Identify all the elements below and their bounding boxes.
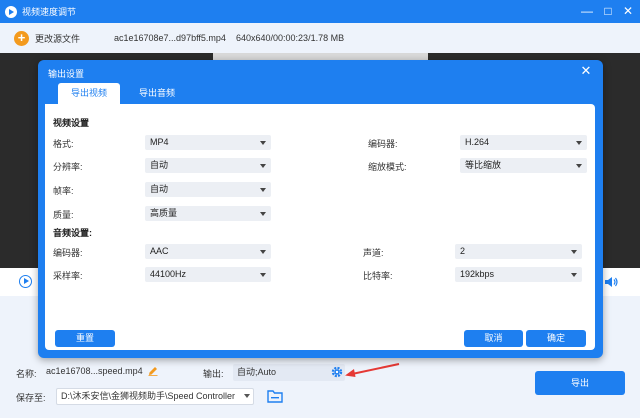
dialog-close-icon[interactable]: ✕ <box>579 64 593 78</box>
chevron-down-icon <box>571 272 577 277</box>
annotation-arrow-icon <box>345 363 400 377</box>
change-source-button[interactable]: 更改源文件 <box>35 32 80 45</box>
resolution-label: 分辨率: <box>53 162 83 172</box>
chevron-down-icon <box>260 211 266 216</box>
chevron-down-icon <box>576 140 582 145</box>
framerate-value: 自动 <box>150 184 169 194</box>
zoom-mode-select[interactable]: 等比缩放 <box>460 158 587 173</box>
chevron-down-icon <box>260 163 266 168</box>
ok-button[interactable]: 确定 <box>526 330 586 347</box>
video-encoder-value: H.264 <box>465 137 490 147</box>
quality-label: 质量: <box>53 210 74 220</box>
folder-icon[interactable] <box>267 389 283 403</box>
output-name-field: ac1e16708...speed.mp4 <box>46 366 143 376</box>
channel-select[interactable]: 2 <box>455 244 582 259</box>
bitrate-select[interactable]: 192kbps <box>455 267 582 282</box>
maximize-icon[interactable]: □ <box>601 4 615 18</box>
samplerate-value: 44100Hz <box>150 269 187 279</box>
edit-icon[interactable] <box>148 366 158 376</box>
dialog-tabs: 导出视频 导出音频 <box>58 83 188 104</box>
play-icon[interactable] <box>19 275 32 288</box>
save-to-label: 保存至: <box>16 393 46 403</box>
tab-export-video[interactable]: 导出视频 <box>58 83 121 104</box>
close-icon[interactable]: ✕ <box>621 4 635 18</box>
output-format-field[interactable]: 自动;Auto <box>233 364 345 381</box>
minimize-icon[interactable]: — <box>580 4 594 18</box>
export-button[interactable]: 导出 <box>535 371 625 395</box>
bitrate-value: 192kbps <box>460 269 495 279</box>
zoom-mode-value: 等比缩放 <box>465 160 502 170</box>
output-format-value: 自动;Auto <box>237 367 277 377</box>
volume-icon[interactable] <box>604 276 618 288</box>
name-label: 名称: <box>16 369 37 379</box>
title-bar: 视频速度调节 — □ ✕ <box>0 0 640 23</box>
chevron-down-icon <box>260 272 266 277</box>
output-label: 输出: <box>203 369 224 379</box>
tab-export-audio[interactable]: 导出音频 <box>126 83 188 104</box>
video-settings-heading: 视频设置 <box>53 118 90 128</box>
samplerate-select[interactable]: 44100Hz <box>145 267 271 282</box>
resolution-select[interactable]: 自动 <box>145 158 271 173</box>
audio-encoder-label: 编码器: <box>53 248 83 258</box>
chevron-down-icon <box>260 187 266 192</box>
video-encoder-label: 编码器: <box>368 139 398 149</box>
app-logo-icon <box>5 5 17 18</box>
chevron-down-icon <box>260 140 266 145</box>
samplerate-label: 采样率: <box>53 271 83 281</box>
framerate-label: 帧率: <box>53 186 74 196</box>
bitrate-label: 比特率: <box>363 271 393 281</box>
video-encoder-select[interactable]: H.264 <box>460 135 587 150</box>
save-path-select[interactable]: D:\沐禾安信\金狮视频助手\Speed Controller <box>56 388 254 405</box>
resolution-value: 自动 <box>150 160 169 170</box>
output-settings-dialog: 输出设置 ✕ 导出视频 导出音频 视频设置 格式: MP4 编码器: H.264… <box>38 60 603 358</box>
reset-button[interactable]: 重置 <box>55 330 115 347</box>
chevron-down-icon <box>576 163 582 168</box>
cancel-button[interactable]: 取消 <box>464 330 523 347</box>
quality-select[interactable]: 高质量 <box>145 206 271 221</box>
framerate-select[interactable]: 自动 <box>145 182 271 197</box>
chevron-down-icon <box>244 394 250 398</box>
audio-settings-heading: 音频设置: <box>53 228 92 238</box>
quality-value: 高质量 <box>150 208 178 218</box>
channel-label: 声道: <box>363 248 384 258</box>
source-filename: ac1e16708e7...d97bff5.mp4 <box>114 33 226 43</box>
audio-encoder-value: AAC <box>150 246 169 256</box>
format-label: 格式: <box>53 139 74 149</box>
format-value: MP4 <box>150 137 169 147</box>
channel-value: 2 <box>460 246 466 256</box>
source-file-info: 640x640/00:00:23/1.78 MB <box>236 33 345 43</box>
zoom-mode-label: 缩放模式: <box>368 162 407 172</box>
audio-encoder-select[interactable]: AAC <box>145 244 271 259</box>
source-toolbar: + 更改源文件 ac1e16708e7...d97bff5.mp4 640x64… <box>0 23 640 53</box>
add-icon[interactable]: + <box>14 30 29 46</box>
chevron-down-icon <box>260 249 266 254</box>
chevron-down-icon <box>571 249 577 254</box>
dialog-title: 输出设置 <box>48 69 85 79</box>
format-select[interactable]: MP4 <box>145 135 271 150</box>
save-path-value: D:\沐禾安信\金狮视频助手\Speed Controller <box>61 391 236 401</box>
dialog-body: 视频设置 格式: MP4 编码器: H.264 分辨率: 自动 缩放模式: 等比… <box>45 104 595 350</box>
window-title: 视频速度调节 <box>22 7 77 17</box>
